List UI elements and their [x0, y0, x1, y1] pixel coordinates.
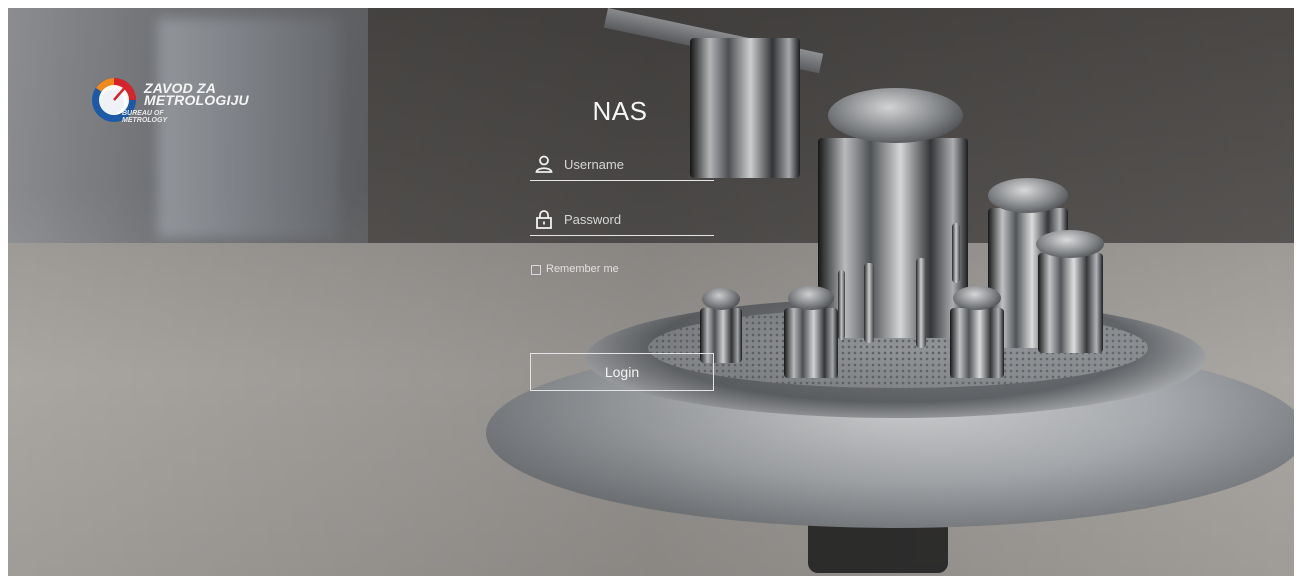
username-field[interactable] — [530, 148, 714, 181]
password-field[interactable] — [530, 203, 714, 236]
password-input[interactable] — [562, 207, 714, 231]
remember-me-checkbox[interactable] — [531, 265, 541, 275]
username-input[interactable] — [562, 152, 714, 176]
logo-subtitle: BUREAU OF METROLOGY — [122, 110, 168, 124]
lock-icon — [534, 209, 554, 229]
bureau-logo: ZAVOD ZA METROLOGIJU BUREAU OF METROLOGY — [88, 70, 268, 136]
app-title: NAS — [592, 96, 648, 126]
remember-me-label: Remember me — [546, 263, 619, 275]
login-button[interactable]: Login — [530, 353, 714, 391]
user-icon — [534, 154, 554, 174]
logo-title: ZAVOD ZA METROLOGIJU — [144, 80, 249, 108]
